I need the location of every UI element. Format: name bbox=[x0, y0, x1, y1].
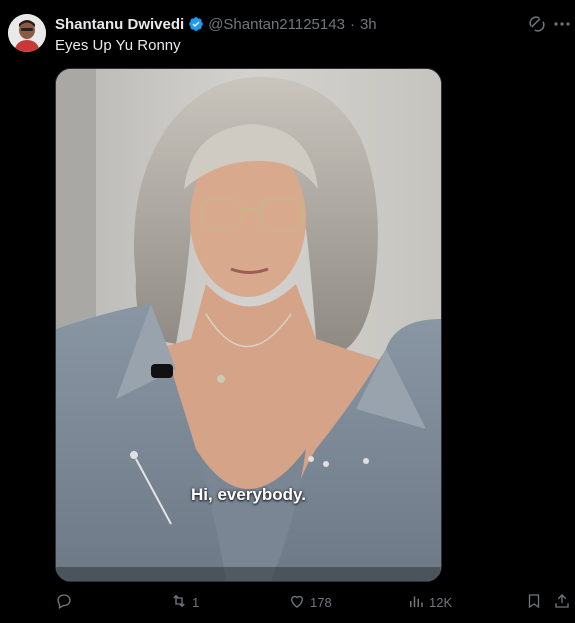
reply-button[interactable] bbox=[55, 591, 77, 613]
like-button[interactable]: 178 bbox=[288, 591, 332, 613]
more-icon[interactable] bbox=[553, 16, 571, 32]
verified-badge-icon[interactable] bbox=[188, 16, 204, 32]
bookmark-button[interactable] bbox=[525, 591, 543, 613]
reply-icon bbox=[55, 592, 73, 613]
avatar-image bbox=[8, 14, 46, 52]
views-icon bbox=[407, 592, 425, 613]
post[interactable]: Shantanu Dwivedi @Shantan21125143 · 3h E… bbox=[0, 0, 575, 623]
views-button[interactable]: 12K bbox=[407, 591, 452, 613]
share-icon bbox=[553, 592, 571, 613]
heart-icon bbox=[288, 592, 306, 613]
repost-button[interactable]: 1 bbox=[170, 591, 199, 613]
media-caption: Hi, everybody. bbox=[191, 485, 306, 504]
grok-icon[interactable] bbox=[528, 15, 546, 33]
views-count: 12K bbox=[429, 594, 453, 610]
bookmark-icon bbox=[525, 592, 543, 613]
separator: · bbox=[349, 15, 355, 33]
author-name[interactable]: Shantanu Dwivedi bbox=[55, 16, 184, 33]
post-header: Shantanu Dwivedi @Shantan21125143 · 3h bbox=[55, 14, 377, 34]
like-count: 178 bbox=[310, 594, 332, 610]
repost-icon bbox=[170, 592, 188, 613]
share-button[interactable] bbox=[553, 591, 571, 613]
post-time[interactable]: 3h bbox=[360, 16, 377, 33]
avatar[interactable] bbox=[8, 14, 46, 52]
action-bar: 1 178 12K bbox=[55, 591, 575, 615]
post-media[interactable]: Hi, everybody. bbox=[55, 68, 442, 582]
post-text: Eyes Up Yu Ronny bbox=[55, 37, 181, 54]
author-handle[interactable]: @Shantan21125143 bbox=[208, 16, 345, 33]
repost-count: 1 bbox=[192, 594, 200, 610]
